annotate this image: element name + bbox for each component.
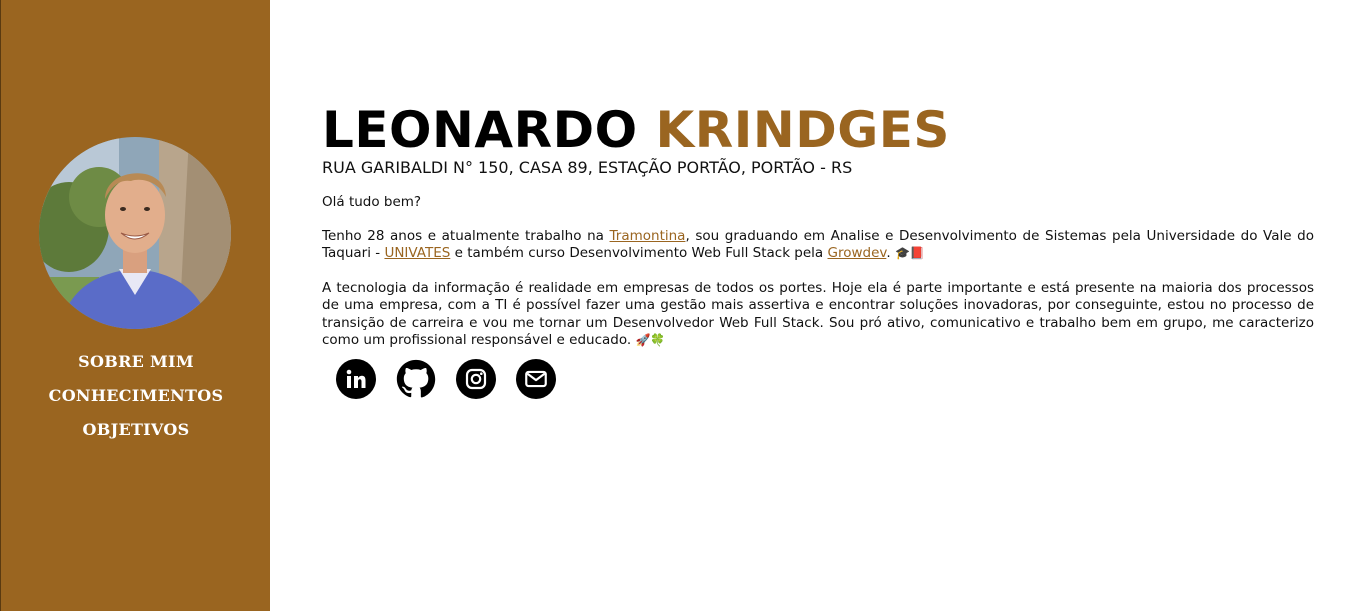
career-paragraph: A tecnologia da informação é realidade e… <box>322 280 1314 350</box>
profile-photo <box>39 137 231 329</box>
last-name: KRINDGES <box>655 101 950 159</box>
greeting: Olá tudo bem? <box>322 194 422 210</box>
address: RUA GARIBALDI N° 150, CASA 89, ESTAÇÃO P… <box>322 158 853 177</box>
mail-icon[interactable] <box>516 359 556 399</box>
about-paragraph: Tenho 28 anos e atualmente trabalho na T… <box>322 228 1314 263</box>
nav-item-conhecimentos[interactable]: CONHECIMENTOS <box>1 379 271 413</box>
sidebar: SOBRE MIM CONHECIMENTOS OBJETIVOS <box>0 0 270 611</box>
link-growdev[interactable]: Growdev <box>828 245 887 261</box>
social-links <box>336 359 556 399</box>
first-name: LEONARDO <box>322 101 638 159</box>
link-tramontina[interactable]: Tramontina <box>610 228 686 244</box>
about-text: Tenho 28 anos e atualmente trabalho na <box>322 227 610 244</box>
nav-item-sobre-mim[interactable]: SOBRE MIM <box>1 345 271 379</box>
about-text: e também curso Desenvolvimento Web Full … <box>450 245 828 261</box>
nav-item-objetivos[interactable]: OBJETIVOS <box>1 413 271 447</box>
graduation-book-emoji: 🎓📕 <box>894 246 925 260</box>
avatar <box>39 137 231 329</box>
linkedin-icon[interactable] <box>336 359 376 399</box>
github-icon[interactable] <box>396 359 436 399</box>
instagram-icon[interactable] <box>456 359 496 399</box>
link-univates[interactable]: UNIVATES <box>384 245 450 261</box>
sidebar-nav: SOBRE MIM CONHECIMENTOS OBJETIVOS <box>1 345 271 447</box>
page-title: LEONARDO KRINDGES <box>322 100 1314 160</box>
rocket-clover-emoji: 🚀🍀 <box>635 333 666 347</box>
about-text: . <box>886 245 895 261</box>
career-text: A tecnologia da informação é realidade e… <box>322 279 1314 349</box>
main-content: LEONARDO KRINDGES RUA GARIBALDI N° 150, … <box>322 100 1314 399</box>
